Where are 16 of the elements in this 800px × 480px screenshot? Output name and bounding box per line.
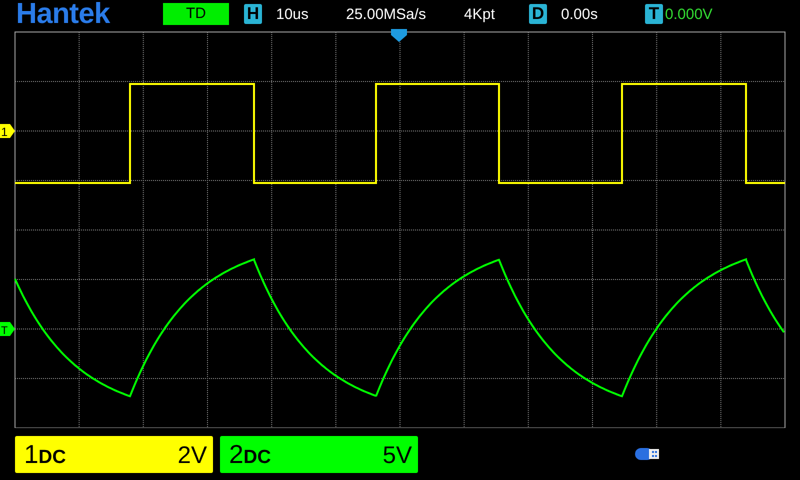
trigger-badge: T <box>645 4 663 24</box>
logo: Hantek <box>16 0 112 28</box>
sample-rate: 25.00MSa/s <box>346 6 428 22</box>
usb-drive-icon <box>635 447 661 461</box>
timebase-value: 10us <box>276 6 310 22</box>
trigger-position-marker[interactable] <box>391 29 407 42</box>
channel-marker[interactable]: 1 <box>0 124 15 139</box>
horizontal-badge: H <box>244 4 262 24</box>
mode-badge: TD <box>163 3 229 25</box>
memory-depth: 4Kpt <box>464 6 496 22</box>
delay-badge: D <box>529 4 547 24</box>
channel-settings[interactable]: 2DC 5V <box>220 436 418 472</box>
delay-value: 0.00s <box>561 6 599 22</box>
channel-settings[interactable]: 1DC 2V <box>15 436 213 472</box>
trigger-level-marker[interactable]: T <box>0 322 15 337</box>
trigger-level: 0.000V <box>665 6 713 22</box>
